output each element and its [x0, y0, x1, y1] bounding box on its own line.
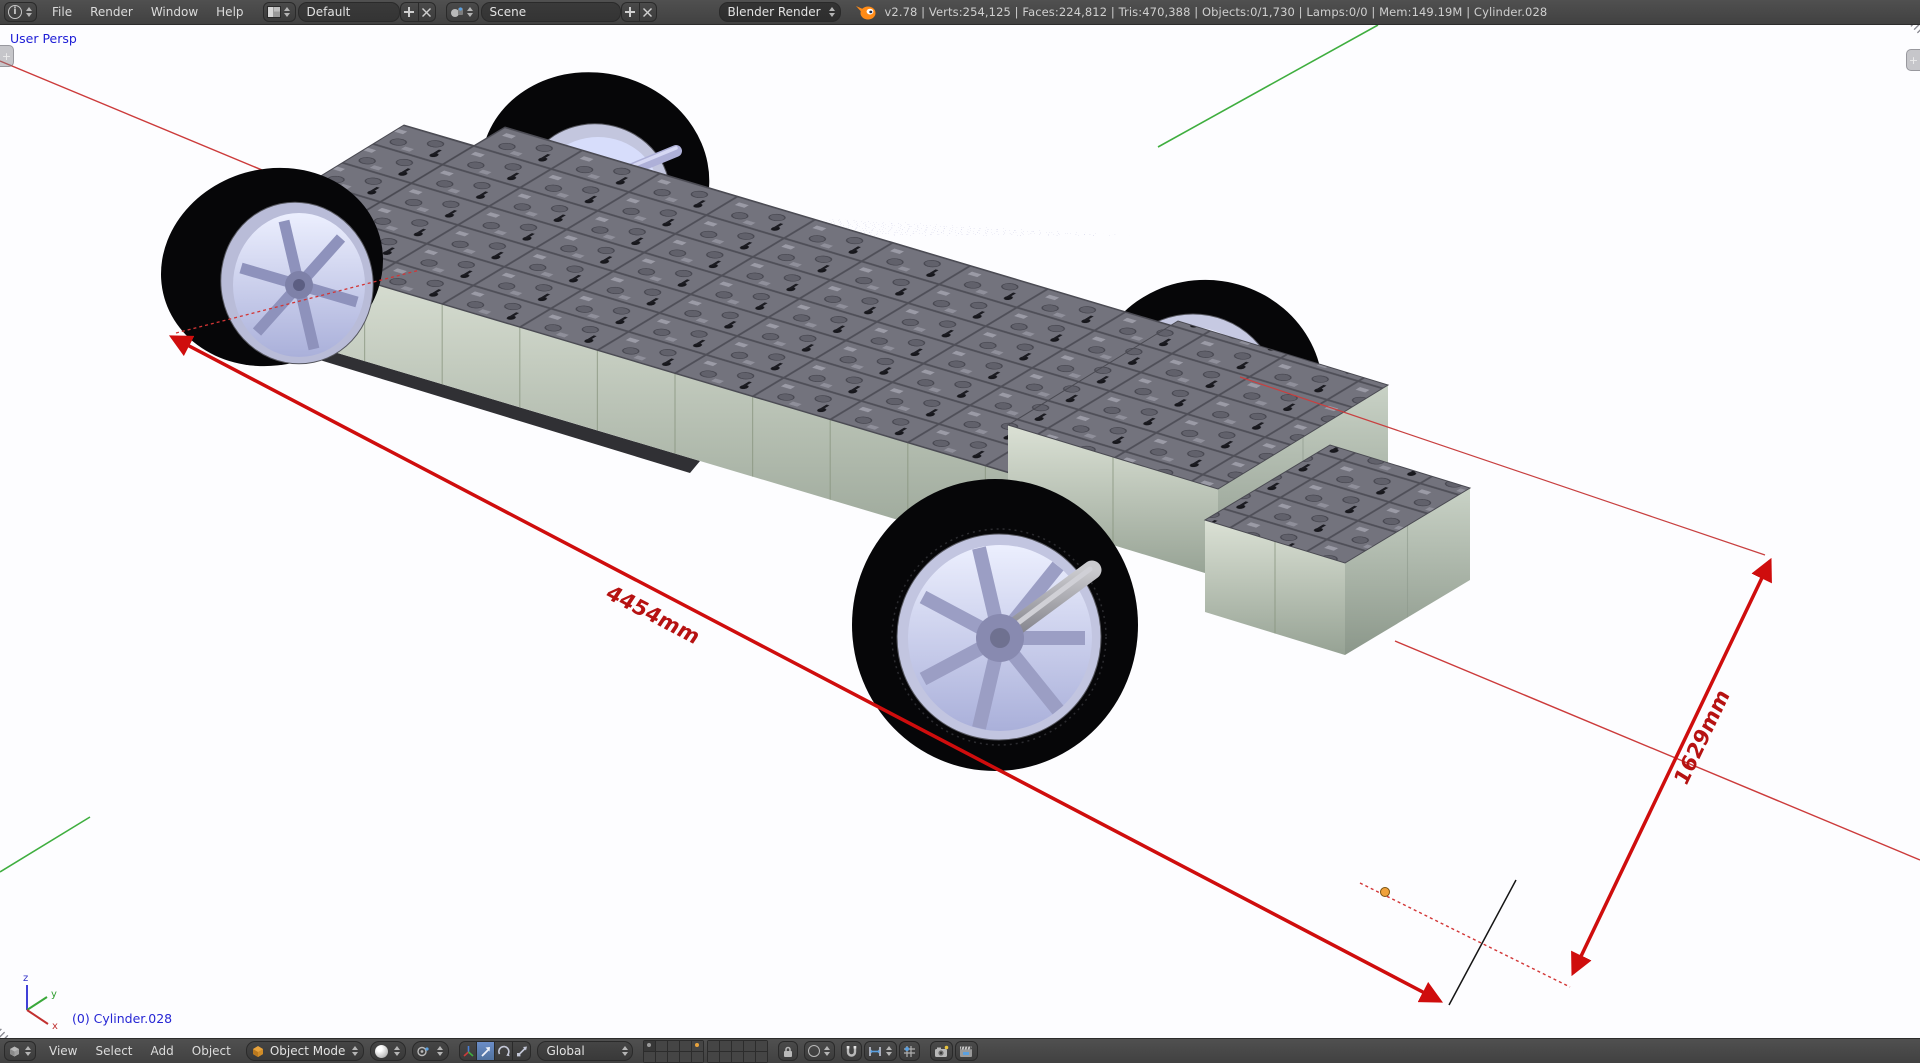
snap-toggle-button[interactable] — [841, 1041, 862, 1061]
viewport-header: View Select Add Object Object Mode — [0, 1038, 1920, 1063]
editor-type-button-info[interactable]: i — [4, 2, 37, 22]
viewport-3d-icon — [8, 1045, 21, 1058]
close-icon — [643, 8, 652, 17]
menu-render[interactable]: Render — [81, 0, 142, 24]
pivot-point-dropdown[interactable] — [412, 1041, 449, 1061]
snap-grid-icon — [903, 1045, 916, 1058]
add-scene-button[interactable] — [621, 2, 639, 22]
lock-to-scene-button[interactable] — [778, 1041, 798, 1061]
clapperboard-icon — [959, 1045, 974, 1058]
menu-help[interactable]: Help — [207, 0, 252, 24]
snap-target-button[interactable] — [899, 1041, 920, 1061]
close-scene-button[interactable] — [639, 2, 657, 22]
menu-file[interactable]: File — [43, 0, 81, 24]
editor-type-button-3dview[interactable] — [4, 1041, 36, 1061]
dropdown-arrows-icon — [884, 1046, 893, 1056]
scene-name-field[interactable]: Scene — [481, 2, 621, 22]
layers-grid-2[interactable] — [707, 1040, 768, 1063]
pivot-icon — [417, 1045, 431, 1058]
blender-logo — [855, 3, 877, 21]
proportional-edit-icon — [808, 1045, 820, 1057]
scale-arrow-icon — [515, 1045, 528, 1058]
wheel-rear-near[interactable] — [852, 479, 1138, 771]
snap-element-dropdown[interactable] — [864, 1041, 897, 1061]
dropdown-arrows-icon — [466, 7, 475, 17]
layers-widget[interactable] — [643, 1040, 768, 1063]
view-name-label: User Persp — [10, 31, 77, 46]
transform-orientation-dropdown[interactable]: Global — [537, 1041, 633, 1061]
object-origin-dot[interactable] — [1381, 888, 1390, 897]
magnet-icon — [845, 1045, 858, 1058]
rotate-arc-icon — [497, 1045, 510, 1058]
active-object-label: (0) Cylinder.028 — [72, 1011, 172, 1026]
gizmo-z-label: z — [23, 973, 28, 984]
opengl-render-anim-button[interactable] — [955, 1041, 978, 1061]
dropdown-arrows-icon — [283, 7, 292, 17]
menu-view[interactable]: View — [40, 1039, 86, 1063]
dropdown-arrows-icon — [829, 7, 836, 17]
proportional-edit-dropdown[interactable] — [804, 1041, 835, 1061]
opengl-render-button[interactable] — [930, 1041, 953, 1061]
snap-increment-icon — [868, 1045, 882, 1058]
close-screen-layout-button[interactable] — [418, 2, 436, 22]
scene-icon — [450, 6, 464, 18]
screen-layout-selector-button[interactable] — [263, 2, 296, 22]
axis-gizmo: z y x — [23, 973, 58, 1032]
viewport-shading-dropdown[interactable] — [370, 1041, 406, 1061]
viewport-3d[interactable]: 4454mm 1629mm z y x User Persp (0) Cylin… — [0, 25, 1920, 1038]
add-screen-layout-button[interactable] — [400, 2, 418, 22]
scale-manipulator-button[interactable] — [513, 1041, 531, 1061]
manipulator-buttons — [459, 1041, 531, 1061]
scene-statistics: v2.78 | Verts:254,125 | Faces:224,812 | … — [885, 5, 1548, 19]
rotate-manipulator-button[interactable] — [495, 1041, 513, 1061]
scene-selector-button[interactable] — [446, 2, 479, 22]
dropdown-arrows-icon — [350, 1046, 359, 1056]
gizmo-x-label: x — [52, 1021, 58, 1032]
gizmo-y-label: y — [51, 989, 57, 1000]
toolshelf-expand-tab[interactable]: + — [0, 45, 14, 67]
properties-expand-tab[interactable]: + — [1906, 49, 1920, 71]
dropdown-arrows-icon — [23, 1046, 32, 1056]
manipulator-toggle-button[interactable] — [459, 1041, 477, 1061]
plus-icon — [625, 7, 635, 17]
scene-canvas[interactable]: 4454mm 1629mm z y x — [0, 25, 1920, 1038]
top-header: i File Render Window Help Default Scene — [0, 0, 1920, 25]
render-engine-dropdown[interactable]: Blender Render — [719, 2, 841, 22]
lock-icon — [782, 1045, 794, 1058]
translate-manipulator-button[interactable] — [477, 1041, 495, 1061]
camera-icon — [934, 1045, 949, 1058]
blender-window: i File Render Window Help Default Scene — [0, 0, 1920, 1063]
plus-icon — [404, 7, 414, 17]
manipulator-axes-icon — [462, 1045, 475, 1058]
mode-dropdown[interactable]: Object Mode — [246, 1041, 365, 1061]
dropdown-arrows-icon — [620, 1046, 629, 1056]
layers-grid-1[interactable] — [643, 1040, 704, 1063]
object-mode-cube-icon — [251, 1045, 265, 1058]
screen-layout-name-field[interactable]: Default — [298, 2, 400, 22]
close-icon — [422, 8, 431, 17]
dropdown-arrows-icon — [822, 1046, 831, 1056]
info-icon: i — [8, 5, 22, 19]
menu-window[interactable]: Window — [142, 0, 207, 24]
menu-select[interactable]: Select — [86, 1039, 141, 1063]
menu-add[interactable]: Add — [142, 1039, 183, 1063]
translate-arrow-icon — [479, 1045, 492, 1058]
menu-object[interactable]: Object — [183, 1039, 240, 1063]
dropdown-arrows-icon — [24, 7, 33, 17]
dropdown-arrows-icon — [392, 1046, 401, 1056]
dropdown-arrows-icon — [435, 1046, 444, 1056]
shading-sphere-icon — [375, 1045, 388, 1058]
layout-icon — [267, 6, 281, 18]
